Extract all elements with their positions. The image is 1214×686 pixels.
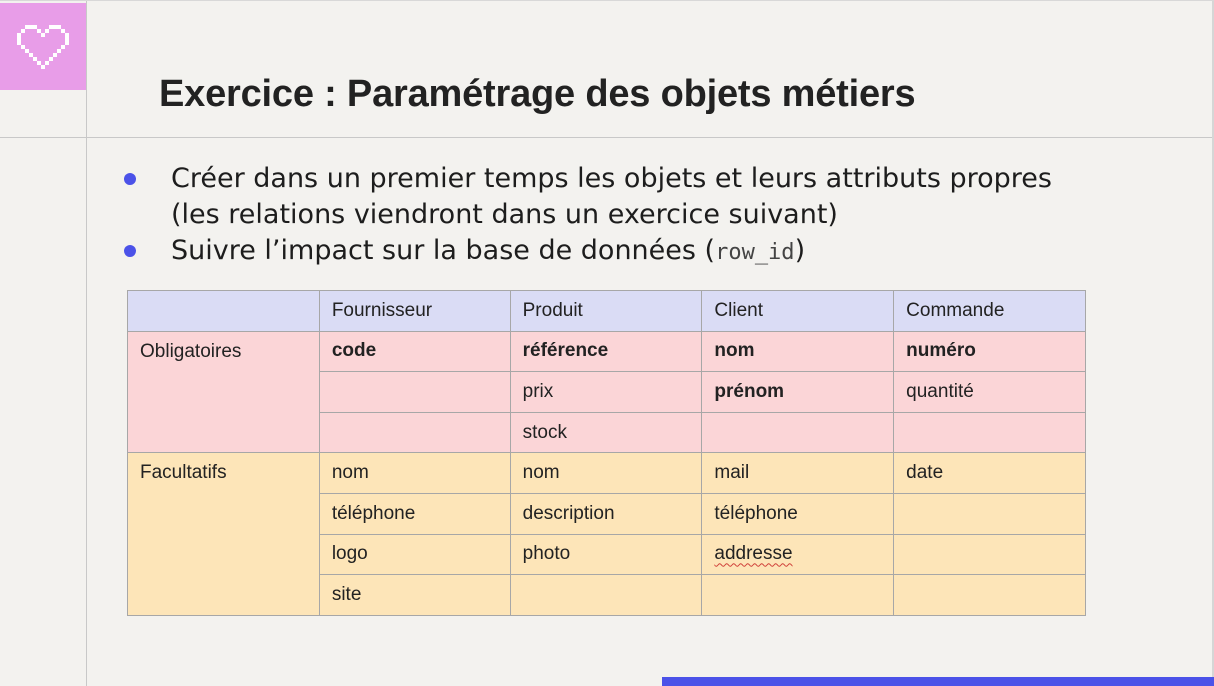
bullet-text-after: ): [794, 235, 806, 266]
table-cell: addresse: [701, 533, 895, 576]
table-cell: [893, 411, 1086, 454]
row-group-label: Facultatifs: [127, 452, 320, 616]
bullet-dot-icon: [124, 245, 136, 257]
table-cell: nom: [509, 452, 703, 494]
horizontal-divider: [0, 137, 1214, 138]
pixel-heart-icon: [17, 24, 69, 69]
table-cell: logo: [318, 533, 511, 576]
table-header-row: Fournisseur Produit Client Commande: [127, 290, 1086, 332]
accent-bar: [662, 677, 1214, 686]
table-cell: [701, 574, 895, 616]
table-cell: référence: [509, 330, 703, 373]
table-cell: [893, 574, 1086, 616]
slide-title: Exercice : Paramétrage des objets métier…: [159, 73, 916, 115]
spellcheck-text: addresse: [714, 543, 793, 565]
table-cell: prix: [509, 371, 703, 413]
header-cell: Client: [701, 290, 895, 332]
table-cell: code: [318, 330, 511, 373]
table-cell: description: [509, 492, 703, 535]
slide: Exercice : Paramétrage des objets métier…: [0, 0, 1214, 686]
table-cell: [318, 371, 511, 413]
bullet-item: Suivre l’impact sur la base de données (…: [124, 233, 1104, 271]
vertical-divider: [86, 1, 87, 686]
table-row: Facultatifs nom nom mail date: [127, 452, 1086, 616]
table-cell: prénom: [701, 371, 895, 413]
table-row: Obligatoires code référence nom numéro: [127, 330, 1086, 454]
attributes-table: Fournisseur Produit Client Commande Obli…: [127, 290, 1086, 616]
table-cell: [701, 411, 895, 454]
header-cell: Commande: [893, 290, 1086, 332]
code-row-id: row_id: [715, 240, 795, 265]
table-cell: photo: [509, 533, 703, 576]
table-cell: mail: [701, 452, 895, 494]
bullet-text-before: Suivre l’impact sur la base de données (: [171, 235, 716, 266]
table-cell: téléphone: [701, 492, 895, 535]
logo: [0, 3, 86, 90]
table-cell: nom: [318, 452, 511, 494]
table-cell: [893, 533, 1086, 576]
header-cell: [127, 290, 320, 332]
table-cell: quantité: [893, 371, 1086, 413]
header-cell: Fournisseur: [318, 290, 511, 332]
table-cell: nom: [701, 330, 895, 373]
table-cell: date: [893, 452, 1086, 494]
table-cell: [318, 411, 511, 454]
bullet-list: Créer dans un premier temps les objets e…: [124, 161, 1104, 271]
row-group-label: Obligatoires: [127, 330, 320, 454]
table-cell: [509, 574, 703, 616]
table-cell: numéro: [893, 330, 1086, 373]
header-cell: Produit: [509, 290, 703, 332]
table-cell: stock: [509, 411, 703, 454]
table-cell: téléphone: [318, 492, 511, 535]
bullet-dot-icon: [124, 173, 136, 185]
bullet-item: Créer dans un premier temps les objets e…: [124, 161, 1104, 233]
table-cell: site: [318, 574, 511, 616]
bullet-text: Créer dans un premier temps les objets e…: [171, 163, 1052, 230]
table-cell: [893, 492, 1086, 535]
